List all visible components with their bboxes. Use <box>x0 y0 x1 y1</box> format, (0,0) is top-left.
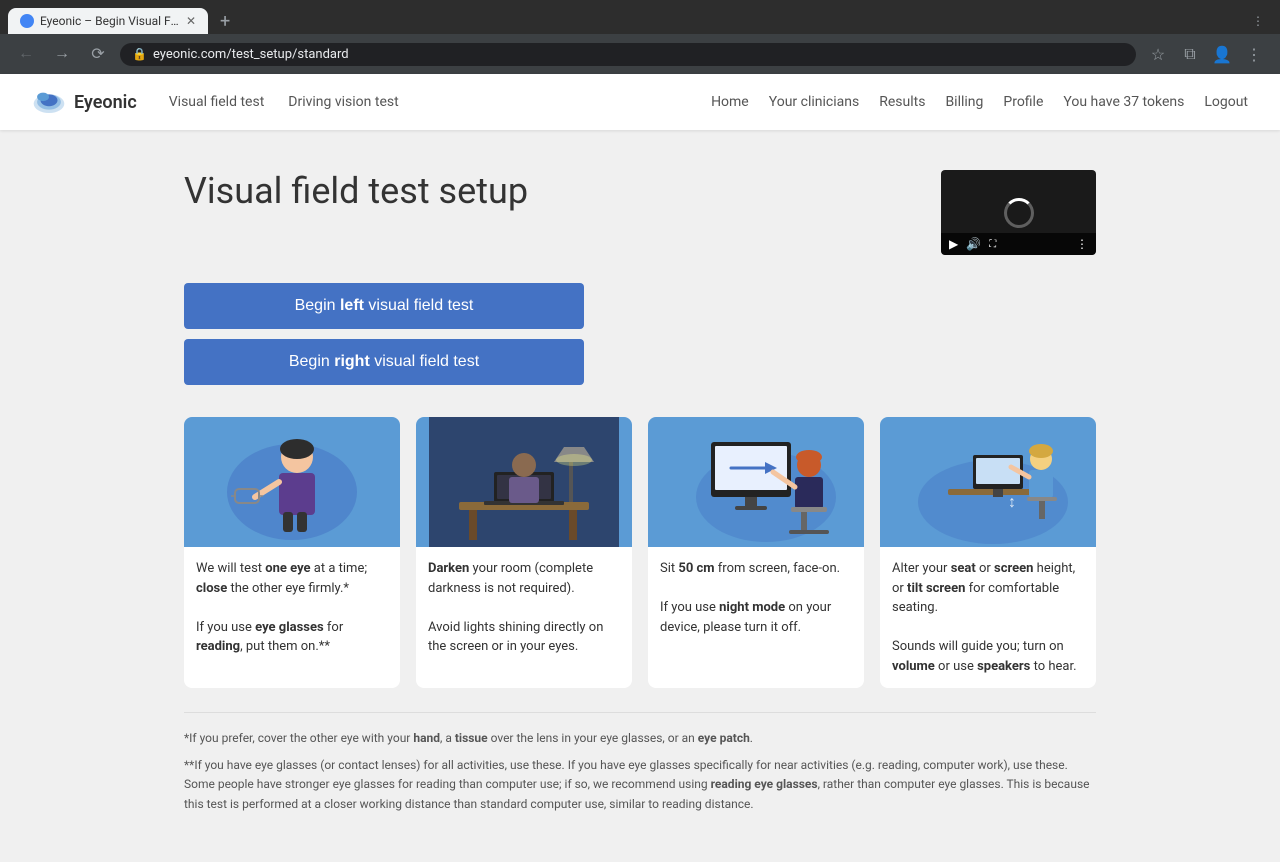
tab-bar-menu[interactable]: ⋮ <box>1252 14 1272 28</box>
card-3-illustration <box>661 417 851 547</box>
card-1-image <box>184 417 400 547</box>
card-3-image <box>648 417 864 547</box>
footnote-2: **If you have eye glasses (or contact le… <box>184 756 1096 814</box>
begin-left-test-button[interactable]: Begin left visual field test <box>184 283 584 329</box>
back-button[interactable]: ← <box>12 40 40 68</box>
nav-clinicians[interactable]: Your clinicians <box>769 94 859 110</box>
active-tab[interactable]: Eyeonic – Begin Visual Field Te... ✕ <box>8 8 208 34</box>
bookmark-icon[interactable]: ☆ <box>1144 40 1172 68</box>
video-thumbnail[interactable]: ▶ 🔊 ⛶ ⋮ <box>941 170 1096 255</box>
video-controls: ▶ 🔊 ⛶ ⋮ <box>941 233 1096 255</box>
app-logo-text: Eyeonic <box>74 92 137 113</box>
title-area: Visual field test setup ▶ 🔊 ⛶ ⋮ <box>184 170 1096 255</box>
new-tab-button[interactable]: + <box>212 11 238 32</box>
tab-title: Eyeonic – Begin Visual Field Te... <box>40 14 180 28</box>
footnote-1: *If you prefer, cover the other eye with… <box>184 729 1096 748</box>
info-cards: We will test one eye at a time; close th… <box>184 417 1096 688</box>
page-content: Visual field test setup ▶ 🔊 ⛶ ⋮ Begin le… <box>160 130 1120 862</box>
lock-icon: 🔒 <box>132 47 147 61</box>
card-3-body: Sit 50 cm from screen, face-on. If you u… <box>648 547 864 649</box>
info-card-4: ↕ Alter your seat or screen height, or t… <box>880 417 1096 688</box>
tab-bar: Eyeonic – Begin Visual Field Te... ✕ + ⋮ <box>0 0 1280 34</box>
video-spinner <box>1004 198 1034 228</box>
svg-text:↕: ↕ <box>1008 492 1016 511</box>
browser-window: Eyeonic – Begin Visual Field Te... ✕ + ⋮… <box>0 0 1280 74</box>
tab-favicon <box>20 14 34 28</box>
info-card-3: Sit 50 cm from screen, face-on. If you u… <box>648 417 864 688</box>
nav-visual-field-test[interactable]: Visual field test <box>169 94 265 110</box>
play-button[interactable]: ▶ <box>949 237 958 251</box>
info-card-2: Darken your room (complete darkness is n… <box>416 417 632 688</box>
card-2-image <box>416 417 632 547</box>
extension-icon[interactable]: ⧉ <box>1176 40 1204 68</box>
forward-button[interactable]: → <box>48 40 76 68</box>
card-2-illustration <box>429 417 619 547</box>
volume-button[interactable]: 🔊 <box>966 237 981 251</box>
card-4-illustration: ↕ <box>893 417 1083 547</box>
nav-right-links: Home Your clinicians Results Billing Pro… <box>711 94 1248 110</box>
address-text: eyeonic.com/test_setup/standard <box>153 47 1124 62</box>
more-icon[interactable]: ⋮ <box>1240 40 1268 68</box>
nav-bar: ← → ⟳ 🔒 eyeonic.com/test_setup/standard … <box>0 34 1280 74</box>
card-1-body: We will test one eye at a time; close th… <box>184 547 400 669</box>
card-4-body: Alter your seat or screen height, or til… <box>880 547 1096 688</box>
info-card-1: We will test one eye at a time; close th… <box>184 417 400 688</box>
footnote-area: *If you prefer, cover the other eye with… <box>184 712 1096 814</box>
reload-button[interactable]: ⟳ <box>84 40 112 68</box>
card-4-image: ↕ <box>880 417 1096 547</box>
more-options-button[interactable]: ⋮ <box>1076 237 1088 251</box>
profile-icon[interactable]: 👤 <box>1208 40 1236 68</box>
logo-icon <box>32 88 66 116</box>
card-1-illustration <box>197 417 387 547</box>
app-logo[interactable]: Eyeonic <box>32 88 137 116</box>
fullscreen-button[interactable]: ⛶ <box>989 239 996 250</box>
begin-right-test-button[interactable]: Begin right visual field test <box>184 339 584 385</box>
nav-tokens[interactable]: You have 37 tokens <box>1063 94 1184 110</box>
app-nav: Eyeonic Visual field test Driving vision… <box>0 74 1280 130</box>
page-title: Visual field test setup <box>184 170 528 212</box>
nav-logout[interactable]: Logout <box>1204 94 1248 110</box>
toolbar-icons: ☆ ⧉ 👤 ⋮ <box>1144 40 1268 68</box>
nav-results[interactable]: Results <box>879 94 925 110</box>
nav-billing[interactable]: Billing <box>945 94 983 110</box>
nav-home[interactable]: Home <box>711 94 749 110</box>
address-bar[interactable]: 🔒 eyeonic.com/test_setup/standard <box>120 43 1136 66</box>
nav-profile[interactable]: Profile <box>1003 94 1043 110</box>
tab-close-button[interactable]: ✕ <box>186 14 196 28</box>
nav-left-links: Visual field test Driving vision test <box>169 94 399 110</box>
app-wrapper: Eyeonic Visual field test Driving vision… <box>0 74 1280 862</box>
card-2-body: Darken your room (complete darkness is n… <box>416 547 632 669</box>
nav-driving-vision-test[interactable]: Driving vision test <box>288 94 398 110</box>
